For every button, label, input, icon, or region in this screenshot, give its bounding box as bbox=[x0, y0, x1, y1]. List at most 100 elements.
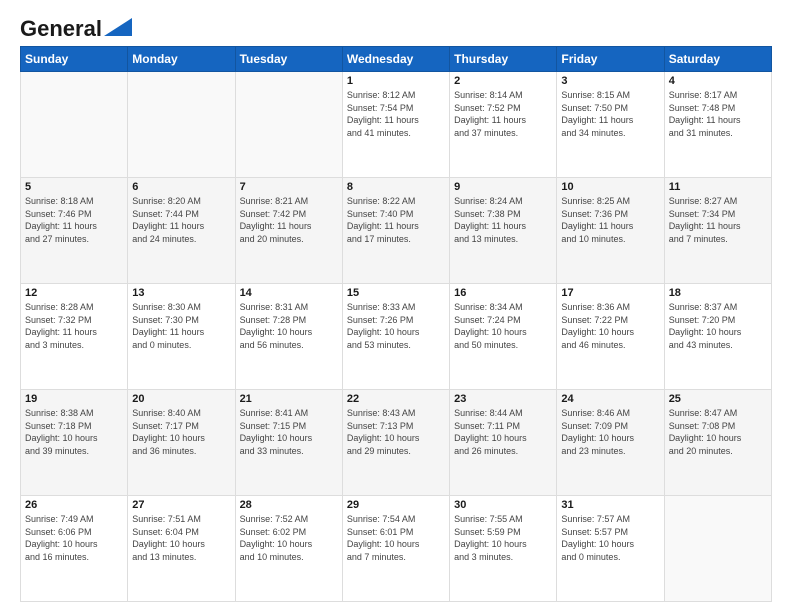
col-header-saturday: Saturday bbox=[664, 47, 771, 72]
day-info: Sunrise: 8:15 AM Sunset: 7:50 PM Dayligh… bbox=[561, 89, 659, 139]
day-number: 8 bbox=[347, 181, 445, 193]
day-number: 5 bbox=[25, 181, 123, 193]
calendar-cell: 3 Sunrise: 8:15 AM Sunset: 7:50 PM Daylig… bbox=[557, 72, 664, 178]
day-info: Sunrise: 8:22 AM Sunset: 7:40 PM Dayligh… bbox=[347, 195, 445, 245]
calendar-cell: 9 Sunrise: 8:24 AM Sunset: 7:38 PM Daylig… bbox=[450, 178, 557, 284]
day-info: Sunrise: 8:14 AM Sunset: 7:52 PM Dayligh… bbox=[454, 89, 552, 139]
day-number: 21 bbox=[240, 393, 338, 405]
col-header-sunday: Sunday bbox=[21, 47, 128, 72]
calendar-cell bbox=[664, 496, 771, 602]
day-number: 17 bbox=[561, 287, 659, 299]
calendar-cell: 17 Sunrise: 8:36 AM Sunset: 7:22 PM Dayli… bbox=[557, 284, 664, 390]
day-info: Sunrise: 7:52 AM Sunset: 6:02 PM Dayligh… bbox=[240, 513, 338, 563]
calendar-cell: 21 Sunrise: 8:41 AM Sunset: 7:15 PM Dayli… bbox=[235, 390, 342, 496]
calendar-week-row: 5 Sunrise: 8:18 AM Sunset: 7:46 PM Daylig… bbox=[21, 178, 772, 284]
day-number: 6 bbox=[132, 181, 230, 193]
logo-icon bbox=[104, 18, 132, 36]
calendar-cell: 15Sunrise: 8:33 AM Sunset: 7:26 PM Dayli… bbox=[342, 284, 449, 390]
day-info: Sunrise: 8:38 AM Sunset: 7:18 PM Dayligh… bbox=[25, 407, 123, 457]
day-info: Sunrise: 8:34 AM Sunset: 7:24 PM Dayligh… bbox=[454, 301, 552, 351]
day-number: 29 bbox=[347, 499, 445, 511]
day-info: Sunrise: 8:44 AM Sunset: 7:11 PM Dayligh… bbox=[454, 407, 552, 457]
day-number: 15 bbox=[347, 287, 445, 299]
calendar-cell: 26 Sunrise: 7:49 AM Sunset: 6:06 PM Dayli… bbox=[21, 496, 128, 602]
day-info: Sunrise: 8:24 AM Sunset: 7:38 PM Dayligh… bbox=[454, 195, 552, 245]
day-number: 1 bbox=[347, 75, 445, 87]
day-number: 31 bbox=[561, 499, 659, 511]
day-number: 26 bbox=[25, 499, 123, 511]
day-info: Sunrise: 7:55 AM Sunset: 5:59 PM Dayligh… bbox=[454, 513, 552, 563]
col-header-tuesday: Tuesday bbox=[235, 47, 342, 72]
day-number: 11 bbox=[669, 181, 767, 193]
day-info: Sunrise: 8:41 AM Sunset: 7:15 PM Dayligh… bbox=[240, 407, 338, 457]
day-info: Sunrise: 8:30 AM Sunset: 7:30 PM Dayligh… bbox=[132, 301, 230, 351]
header: General bbox=[20, 16, 772, 38]
calendar-cell: 16 Sunrise: 8:34 AM Sunset: 7:24 PM Dayli… bbox=[450, 284, 557, 390]
calendar-cell: 6 Sunrise: 8:20 AM Sunset: 7:44 PM Daylig… bbox=[128, 178, 235, 284]
col-header-friday: Friday bbox=[557, 47, 664, 72]
day-number: 10 bbox=[561, 181, 659, 193]
calendar-week-row: 26 Sunrise: 7:49 AM Sunset: 6:06 PM Dayli… bbox=[21, 496, 772, 602]
day-number: 14 bbox=[240, 287, 338, 299]
day-number: 18 bbox=[669, 287, 767, 299]
day-info: Sunrise: 7:57 AM Sunset: 5:57 PM Dayligh… bbox=[561, 513, 659, 563]
calendar-cell: 23Sunrise: 8:44 AM Sunset: 7:11 PM Dayli… bbox=[450, 390, 557, 496]
calendar-cell: 31 Sunrise: 7:57 AM Sunset: 5:57 PM Dayli… bbox=[557, 496, 664, 602]
day-number: 3 bbox=[561, 75, 659, 87]
day-info: Sunrise: 8:28 AM Sunset: 7:32 PM Dayligh… bbox=[25, 301, 123, 351]
day-info: Sunrise: 8:36 AM Sunset: 7:22 PM Dayligh… bbox=[561, 301, 659, 351]
day-info: Sunrise: 8:46 AM Sunset: 7:09 PM Dayligh… bbox=[561, 407, 659, 457]
day-info: Sunrise: 8:25 AM Sunset: 7:36 PM Dayligh… bbox=[561, 195, 659, 245]
day-info: Sunrise: 7:51 AM Sunset: 6:04 PM Dayligh… bbox=[132, 513, 230, 563]
day-info: Sunrise: 8:18 AM Sunset: 7:46 PM Dayligh… bbox=[25, 195, 123, 245]
day-number: 16 bbox=[454, 287, 552, 299]
day-info: Sunrise: 8:17 AM Sunset: 7:48 PM Dayligh… bbox=[669, 89, 767, 139]
day-info: Sunrise: 8:21 AM Sunset: 7:42 PM Dayligh… bbox=[240, 195, 338, 245]
day-number: 13 bbox=[132, 287, 230, 299]
calendar-cell: 29Sunrise: 7:54 AM Sunset: 6:01 PM Dayli… bbox=[342, 496, 449, 602]
calendar-week-row: 12 Sunrise: 8:28 AM Sunset: 7:32 PM Dayli… bbox=[21, 284, 772, 390]
calendar-week-row: 19Sunrise: 8:38 AM Sunset: 7:18 PM Dayli… bbox=[21, 390, 772, 496]
calendar-cell bbox=[235, 72, 342, 178]
col-header-monday: Monday bbox=[128, 47, 235, 72]
day-info: Sunrise: 8:31 AM Sunset: 7:28 PM Dayligh… bbox=[240, 301, 338, 351]
calendar-cell: 1Sunrise: 8:12 AM Sunset: 7:54 PM Daylig… bbox=[342, 72, 449, 178]
calendar-cell: 30 Sunrise: 7:55 AM Sunset: 5:59 PM Dayli… bbox=[450, 496, 557, 602]
calendar-cell: 12 Sunrise: 8:28 AM Sunset: 7:32 PM Dayli… bbox=[21, 284, 128, 390]
day-number: 9 bbox=[454, 181, 552, 193]
logo-general: General bbox=[20, 16, 102, 42]
page: General SundayMondayTuesdayWednesdayThur… bbox=[0, 0, 792, 612]
day-number: 20 bbox=[132, 393, 230, 405]
calendar-cell: 14 Sunrise: 8:31 AM Sunset: 7:28 PM Dayli… bbox=[235, 284, 342, 390]
calendar-cell: 2 Sunrise: 8:14 AM Sunset: 7:52 PM Daylig… bbox=[450, 72, 557, 178]
logo: General bbox=[20, 16, 132, 38]
day-number: 27 bbox=[132, 499, 230, 511]
day-number: 24 bbox=[561, 393, 659, 405]
calendar-week-row: 1Sunrise: 8:12 AM Sunset: 7:54 PM Daylig… bbox=[21, 72, 772, 178]
calendar-cell: 10 Sunrise: 8:25 AM Sunset: 7:36 PM Dayli… bbox=[557, 178, 664, 284]
col-header-wednesday: Wednesday bbox=[342, 47, 449, 72]
day-info: Sunrise: 8:40 AM Sunset: 7:17 PM Dayligh… bbox=[132, 407, 230, 457]
day-number: 2 bbox=[454, 75, 552, 87]
calendar-cell: 8 Sunrise: 8:22 AM Sunset: 7:40 PM Daylig… bbox=[342, 178, 449, 284]
day-number: 28 bbox=[240, 499, 338, 511]
day-info: Sunrise: 7:49 AM Sunset: 6:06 PM Dayligh… bbox=[25, 513, 123, 563]
day-info: Sunrise: 8:20 AM Sunset: 7:44 PM Dayligh… bbox=[132, 195, 230, 245]
day-info: Sunrise: 8:47 AM Sunset: 7:08 PM Dayligh… bbox=[669, 407, 767, 457]
day-number: 4 bbox=[669, 75, 767, 87]
calendar-cell: 22 Sunrise: 8:43 AM Sunset: 7:13 PM Dayli… bbox=[342, 390, 449, 496]
day-number: 30 bbox=[454, 499, 552, 511]
calendar-cell: 11 Sunrise: 8:27 AM Sunset: 7:34 PM Dayli… bbox=[664, 178, 771, 284]
day-info: Sunrise: 8:27 AM Sunset: 7:34 PM Dayligh… bbox=[669, 195, 767, 245]
day-number: 25 bbox=[669, 393, 767, 405]
calendar-cell bbox=[128, 72, 235, 178]
day-info: Sunrise: 8:37 AM Sunset: 7:20 PM Dayligh… bbox=[669, 301, 767, 351]
day-number: 22 bbox=[347, 393, 445, 405]
calendar-header-row: SundayMondayTuesdayWednesdayThursdayFrid… bbox=[21, 47, 772, 72]
calendar-cell: 20 Sunrise: 8:40 AM Sunset: 7:17 PM Dayli… bbox=[128, 390, 235, 496]
calendar-cell: 18 Sunrise: 8:37 AM Sunset: 7:20 PM Dayli… bbox=[664, 284, 771, 390]
day-number: 7 bbox=[240, 181, 338, 193]
day-number: 12 bbox=[25, 287, 123, 299]
day-info: Sunrise: 8:43 AM Sunset: 7:13 PM Dayligh… bbox=[347, 407, 445, 457]
calendar-cell: 5 Sunrise: 8:18 AM Sunset: 7:46 PM Daylig… bbox=[21, 178, 128, 284]
